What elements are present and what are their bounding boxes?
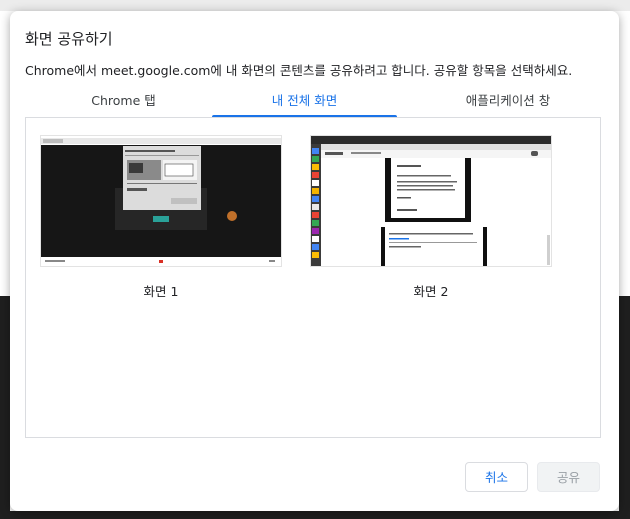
tab-entire-screen[interactable]: 내 전체 화면	[212, 88, 397, 118]
backdrop-top	[0, 0, 630, 11]
dialog-title: 화면 공유하기	[25, 30, 113, 48]
backdrop-bottom	[0, 511, 630, 519]
screen-2-label: 화면 2	[413, 284, 449, 299]
source-tabs: Chrome 탭 내 전체 화면 애플리케이션 창	[25, 88, 601, 118]
screen-1-preview-image	[41, 136, 281, 266]
screen-1-thumbnail	[40, 135, 282, 267]
screen-option-2[interactable]: 화면 2	[310, 135, 552, 300]
screen-share-dialog: 화면 공유하기 Chrome에서 meet.google.com에 내 화면의 …	[10, 11, 619, 511]
screen-option-1[interactable]: 화면 1	[40, 135, 282, 300]
screen-list-panel: 화면 1 화면 2	[25, 117, 601, 438]
tab-chrome-tab[interactable]: Chrome 탭	[25, 88, 222, 118]
backdrop-right-dark	[619, 296, 630, 519]
cancel-button[interactable]: 취소	[465, 462, 528, 492]
screen-2-preview-image	[311, 136, 551, 266]
backdrop-left-dark	[0, 296, 10, 519]
screen-1-label: 화면 1	[143, 284, 179, 299]
share-button[interactable]: 공유	[537, 462, 600, 492]
screen-2-thumbnail	[310, 135, 552, 267]
dialog-message: Chrome에서 meet.google.com에 내 화면의 콘텐츠를 공유하…	[25, 63, 573, 78]
tab-application-window[interactable]: 애플리케이션 창	[415, 88, 601, 118]
